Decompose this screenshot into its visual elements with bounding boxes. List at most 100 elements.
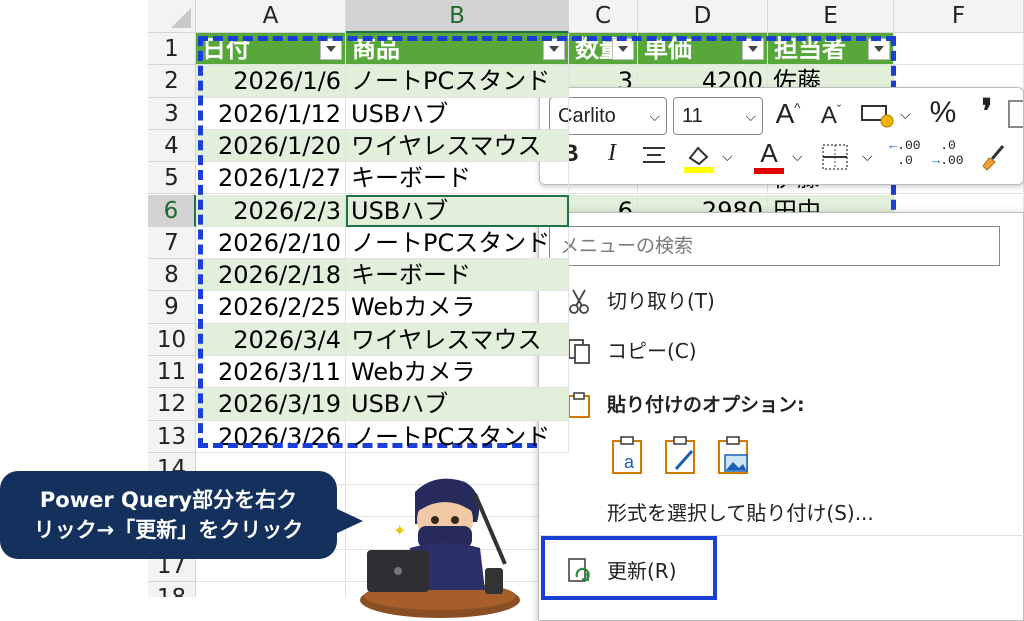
grow-font-icon: A — [775, 98, 795, 129]
row-header-2[interactable]: 2 — [148, 65, 196, 98]
shrink-font-icon: A — [820, 102, 837, 129]
decrease-font-size-button[interactable]: Aˇ — [815, 102, 847, 130]
table-cell-date[interactable]: 2026/3/4 — [196, 323, 346, 356]
table-cell-item[interactable]: USBハブ — [346, 97, 569, 130]
paste-values-icon: a — [612, 436, 642, 474]
font-color-icon: A — [760, 138, 778, 168]
table-cell-item[interactable]: USBハブ — [346, 194, 569, 227]
row-header-7[interactable]: 7 — [148, 226, 196, 260]
menu-item-cut[interactable]: 切り取り(T) — [539, 279, 1024, 323]
table-cell-date[interactable]: 2026/3/19 — [196, 388, 346, 421]
column-header-d[interactable]: D — [638, 0, 768, 33]
paste-picture-button[interactable] — [715, 435, 755, 479]
row-header-8[interactable]: 8 — [148, 259, 196, 292]
italic-button[interactable]: I — [598, 140, 626, 167]
paste-picture-icon — [718, 436, 748, 474]
paste-formatting-icon — [665, 436, 695, 474]
filter-dropdown-icon[interactable] — [320, 38, 342, 60]
table-cell-date[interactable]: 2026/2/10 — [196, 226, 346, 260]
table-cell-item[interactable]: キーボード — [346, 162, 569, 195]
table-cell-item[interactable]: ノートPCスタンド — [346, 65, 569, 98]
chevron-down-icon[interactable]: ⌵ — [792, 150, 803, 166]
table-cell-date[interactable]: 2026/2/18 — [196, 259, 346, 292]
menu-search-placeholder: メニューの検索 — [560, 235, 694, 257]
format-painter-partial-icon[interactable] — [1008, 100, 1023, 128]
row-header-1[interactable]: 1 — [148, 33, 196, 66]
comma-icon: ❜ — [981, 94, 993, 131]
menu-item-label: コピー(C) — [607, 339, 697, 363]
decimal-text: .00 — [940, 153, 964, 168]
align-center-button[interactable] — [640, 144, 668, 175]
format-painter-button[interactable] — [977, 140, 1007, 177]
accounting-format-button[interactable] — [858, 100, 896, 135]
table-cell-item[interactable]: Webカメラ — [346, 291, 569, 324]
menu-item-label: 貼り付けのオプション: — [607, 394, 805, 416]
italic-icon: I — [608, 140, 616, 166]
table-header-cell[interactable]: 商品 — [346, 33, 569, 66]
paste-values-button[interactable]: a — [609, 435, 649, 479]
table-cell-date[interactable]: 2026/1/6 — [196, 65, 346, 98]
filter-dropdown-icon[interactable] — [868, 38, 890, 60]
row-header-3[interactable]: 3 — [148, 97, 196, 130]
font-color-button[interactable]: A — [752, 138, 786, 174]
column-header-f[interactable]: F — [894, 0, 1024, 33]
table-cell-date[interactable]: 2026/1/27 — [196, 162, 346, 195]
row-header-4[interactable]: 4 — [148, 129, 196, 163]
empty-cell[interactable] — [196, 582, 346, 597]
borders-icon — [822, 144, 848, 170]
row-header-10[interactable]: 10 — [148, 323, 196, 356]
row-header-18[interactable]: 18 — [148, 582, 196, 597]
chevron-down-icon: ⌵ — [649, 108, 660, 124]
percent-icon: % — [929, 96, 957, 129]
copy-icon — [568, 339, 590, 364]
table-cell-date[interactable]: 2026/1/20 — [196, 129, 346, 163]
filter-dropdown-icon[interactable] — [543, 38, 565, 60]
column-header-b[interactable]: B — [346, 0, 569, 33]
ninja-mascot-illustration: ✦ — [360, 478, 520, 618]
table-cell-item[interactable]: USBハブ — [346, 388, 569, 421]
increase-decimal-button[interactable]: .0 →.00 — [930, 138, 966, 168]
table-cell-date[interactable]: 2026/2/25 — [196, 291, 346, 324]
menu-search-input[interactable]: メニューの検索 — [549, 226, 1000, 266]
table-cell-date[interactable]: 2026/3/11 — [196, 356, 346, 389]
svg-text:✦: ✦ — [393, 521, 406, 540]
select-all-corner[interactable] — [148, 0, 196, 33]
table-cell-item[interactable]: Webカメラ — [346, 356, 569, 389]
percent-style-button[interactable]: % — [925, 96, 961, 130]
row-header-11[interactable]: 11 — [148, 356, 196, 389]
filter-dropdown-icon[interactable] — [742, 38, 764, 60]
paste-formatting-button[interactable] — [662, 435, 702, 479]
chevron-down-icon[interactable]: ⌵ — [722, 150, 733, 166]
callout-line-2: リック→「更新」をクリック — [33, 518, 304, 542]
font-size-combo[interactable]: 11 ⌵ — [673, 97, 763, 135]
menu-item-copy[interactable]: コピー(C) — [539, 329, 1024, 373]
column-header-a[interactable]: A — [196, 0, 346, 33]
table-cell-item[interactable]: ワイヤレスマウス — [346, 323, 569, 356]
table-cell-item[interactable]: ノートPCスタンド — [346, 420, 569, 453]
chevron-down-icon[interactable]: ⌵ — [900, 108, 911, 124]
column-header-c[interactable]: C — [569, 0, 638, 33]
increase-font-size-button[interactable]: A^ — [772, 98, 804, 130]
table-cell-date[interactable]: 2026/3/26 — [196, 420, 346, 453]
table-cell-item[interactable]: キーボード — [346, 259, 569, 292]
instruction-callout: Power Query部分を右ク リック→「更新」をクリック — [0, 471, 363, 559]
row-header-6[interactable]: 6 — [148, 194, 196, 227]
chevron-down-icon[interactable]: ⌵ — [862, 150, 873, 166]
row-header-5[interactable]: 5 — [148, 162, 196, 195]
borders-button[interactable] — [820, 142, 850, 177]
table-cell-date[interactable]: 2026/1/12 — [196, 97, 346, 130]
empty-cell[interactable] — [894, 33, 1024, 66]
filter-dropdown-icon[interactable] — [612, 38, 634, 60]
fill-color-button[interactable] — [682, 142, 716, 179]
font-size-value: 11 — [682, 105, 703, 127]
row-header-13[interactable]: 13 — [148, 420, 196, 453]
table-cell-item[interactable]: ワイヤレスマウス — [346, 129, 569, 163]
column-header-e[interactable]: E — [768, 0, 894, 33]
row-header-12[interactable]: 12 — [148, 388, 196, 421]
comma-style-button[interactable]: ❜ — [972, 92, 1002, 132]
decrease-decimal-button[interactable]: ←.00.0 — [887, 138, 923, 168]
table-cell-date[interactable]: 2026/2/3 — [196, 194, 346, 227]
menu-item-paste-special[interactable]: 形式を選択して貼り付け(S)... — [539, 491, 1024, 535]
row-header-9[interactable]: 9 — [148, 291, 196, 324]
table-cell-item[interactable]: ノートPCスタンド — [346, 226, 569, 260]
